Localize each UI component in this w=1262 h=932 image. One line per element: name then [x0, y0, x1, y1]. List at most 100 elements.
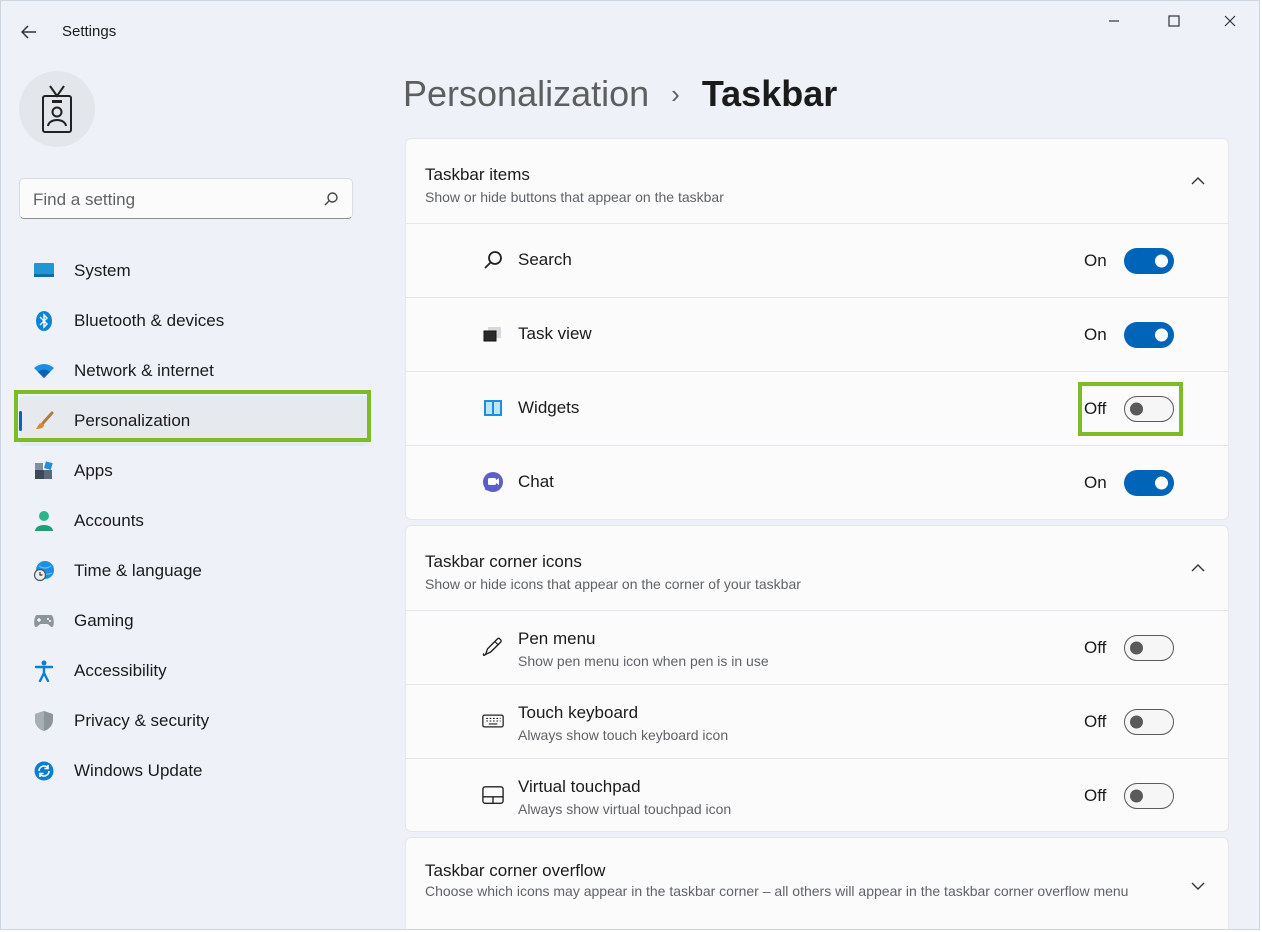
widgets-icon [482, 397, 504, 419]
sidebar-item-gaming[interactable]: Gaming [19, 596, 369, 646]
search-toggle[interactable] [1124, 248, 1174, 274]
taskbar-corner-icons-card: Taskbar corner icons Show or hide icons … [405, 525, 1229, 832]
toggle-knob [1155, 476, 1168, 490]
toggle-knob [1130, 641, 1143, 655]
minimize-button[interactable] [1091, 7, 1137, 35]
apps-icon [33, 460, 55, 482]
sidebar-item-label: Windows Update [74, 761, 203, 780]
setting-description: Always show touch keyboard icon [518, 727, 729, 743]
setting-label: Search [518, 250, 572, 269]
bluetooth-icon [33, 310, 55, 332]
globe-clock-icon [33, 560, 55, 582]
setting-row-pen-menu: Pen menu Show pen menu icon when pen is … [406, 611, 1228, 685]
system-icon [33, 260, 55, 282]
chevron-down-icon[interactable] [1190, 878, 1206, 894]
toggle-knob [1130, 715, 1143, 729]
pen-menu-toggle[interactable] [1124, 635, 1174, 661]
chevron-up-icon[interactable] [1190, 560, 1206, 576]
setting-row-chat: Chat On [406, 446, 1228, 520]
setting-row-widgets: Widgets Off [406, 372, 1228, 446]
touch-keyboard-toggle[interactable] [1124, 709, 1174, 735]
update-icon [33, 760, 55, 782]
chat-icon [482, 471, 504, 493]
section-title: Taskbar corner icons [425, 552, 582, 571]
section-title: Taskbar items [425, 165, 530, 184]
sidebar-item-label: System [74, 261, 131, 280]
gamepad-icon [33, 610, 55, 632]
sidebar-item-apps[interactable]: Apps [19, 446, 369, 496]
back-arrow-icon [21, 25, 36, 39]
sidebar-item-accounts[interactable]: Accounts [19, 496, 369, 546]
sidebar-item-system[interactable]: System [19, 246, 369, 296]
section-subtitle: Show or hide buttons that appear on the … [425, 189, 724, 205]
section-subtitle: Show or hide icons that appear on the co… [425, 576, 801, 592]
taskbar-items-header[interactable]: Taskbar items Show or hide buttons that … [406, 139, 1228, 224]
sidebar-item-label: Bluetooth & devices [74, 311, 225, 330]
setting-label: Touch keyboard [518, 703, 639, 722]
toggle-state-text: Off [1084, 786, 1107, 805]
corner-icons-header[interactable]: Taskbar corner icons Show or hide icons … [406, 526, 1228, 611]
page-title: Taskbar [701, 73, 838, 114]
toggle-knob [1155, 254, 1168, 268]
setting-row-search: Search On [406, 224, 1228, 298]
maximize-icon [1168, 15, 1180, 27]
search-icon [482, 249, 504, 271]
toggle-state-text: On [1084, 251, 1107, 270]
sidebar-item-label: Privacy & security [74, 711, 210, 730]
toggle-state-text: On [1084, 325, 1107, 344]
chevron-up-icon[interactable] [1190, 173, 1206, 189]
settings-window: Settings Find a setting System Bluetooth… [0, 0, 1260, 930]
widgets-toggle[interactable] [1124, 396, 1174, 422]
section-subtitle: Choose which icons may appear in the tas… [425, 883, 1129, 899]
app-title: Settings [62, 23, 117, 40]
section-title: Taskbar corner overflow [425, 861, 606, 880]
chat-toggle[interactable] [1124, 470, 1174, 496]
sidebar-item-label: Network & internet [74, 361, 214, 380]
setting-label: Task view [518, 324, 592, 343]
setting-label: Widgets [518, 398, 580, 417]
shield-icon [33, 710, 55, 732]
sidebar-nav: System Bluetooth & devices Network & int… [19, 246, 369, 796]
toggle-state-text: Off [1084, 638, 1107, 657]
toggle-knob [1155, 328, 1168, 342]
setting-description: Always show virtual touchpad icon [518, 801, 732, 817]
sidebar-item-label: Gaming [74, 611, 134, 630]
close-button[interactable] [1207, 7, 1253, 35]
sidebar-item-personalization[interactable]: Personalization [19, 396, 369, 446]
sidebar-item-bluetooth[interactable]: Bluetooth & devices [19, 296, 369, 346]
toggle-knob [1130, 402, 1143, 416]
breadcrumb: Personalization › Taskbar [403, 73, 837, 115]
taskbar-corner-overflow-card[interactable]: Taskbar corner overflow Choose which ico… [405, 837, 1229, 929]
corner-overflow-header[interactable]: Taskbar corner overflow Choose which ico… [406, 838, 1228, 923]
sidebar-item-label: Apps [74, 461, 113, 480]
setting-description: Show pen menu icon when pen is in use [518, 653, 769, 669]
sidebar-item-label: Accessibility [74, 661, 167, 680]
maximize-button[interactable] [1151, 7, 1197, 35]
avatar[interactable] [19, 71, 95, 147]
setting-row-touch-keyboard: Touch keyboard Always show touch keyboar… [406, 685, 1228, 759]
virtual-touchpad-toggle[interactable] [1124, 783, 1174, 809]
wifi-icon [33, 360, 55, 382]
taskbar-items-card: Taskbar items Show or hide buttons that … [405, 138, 1229, 520]
setting-row-virtual-touchpad: Virtual touchpad Always show virtual tou… [406, 759, 1228, 833]
toggle-state-text: Off [1084, 712, 1107, 731]
title-bar: Settings [1, 1, 1259, 61]
user-badge-icon [42, 85, 72, 133]
search-input[interactable]: Find a setting [19, 178, 353, 219]
sidebar-item-time-language[interactable]: Time & language [19, 546, 369, 596]
breadcrumb-parent[interactable]: Personalization [403, 73, 649, 115]
back-button[interactable] [15, 19, 43, 45]
sidebar-item-privacy[interactable]: Privacy & security [19, 696, 369, 746]
brush-icon [33, 410, 55, 432]
task-view-icon [482, 323, 504, 345]
sidebar-item-network[interactable]: Network & internet [19, 346, 369, 396]
toggle-state-text: On [1084, 473, 1107, 492]
sidebar-item-label: Accounts [74, 511, 144, 530]
pen-icon [482, 636, 504, 658]
sidebar-item-accessibility[interactable]: Accessibility [19, 646, 369, 696]
sidebar-item-label: Personalization [74, 411, 191, 430]
task-view-toggle[interactable] [1124, 322, 1174, 348]
setting-label: Chat [518, 472, 554, 491]
sidebar-item-windows-update[interactable]: Windows Update [19, 746, 369, 796]
setting-label: Virtual touchpad [518, 777, 641, 796]
